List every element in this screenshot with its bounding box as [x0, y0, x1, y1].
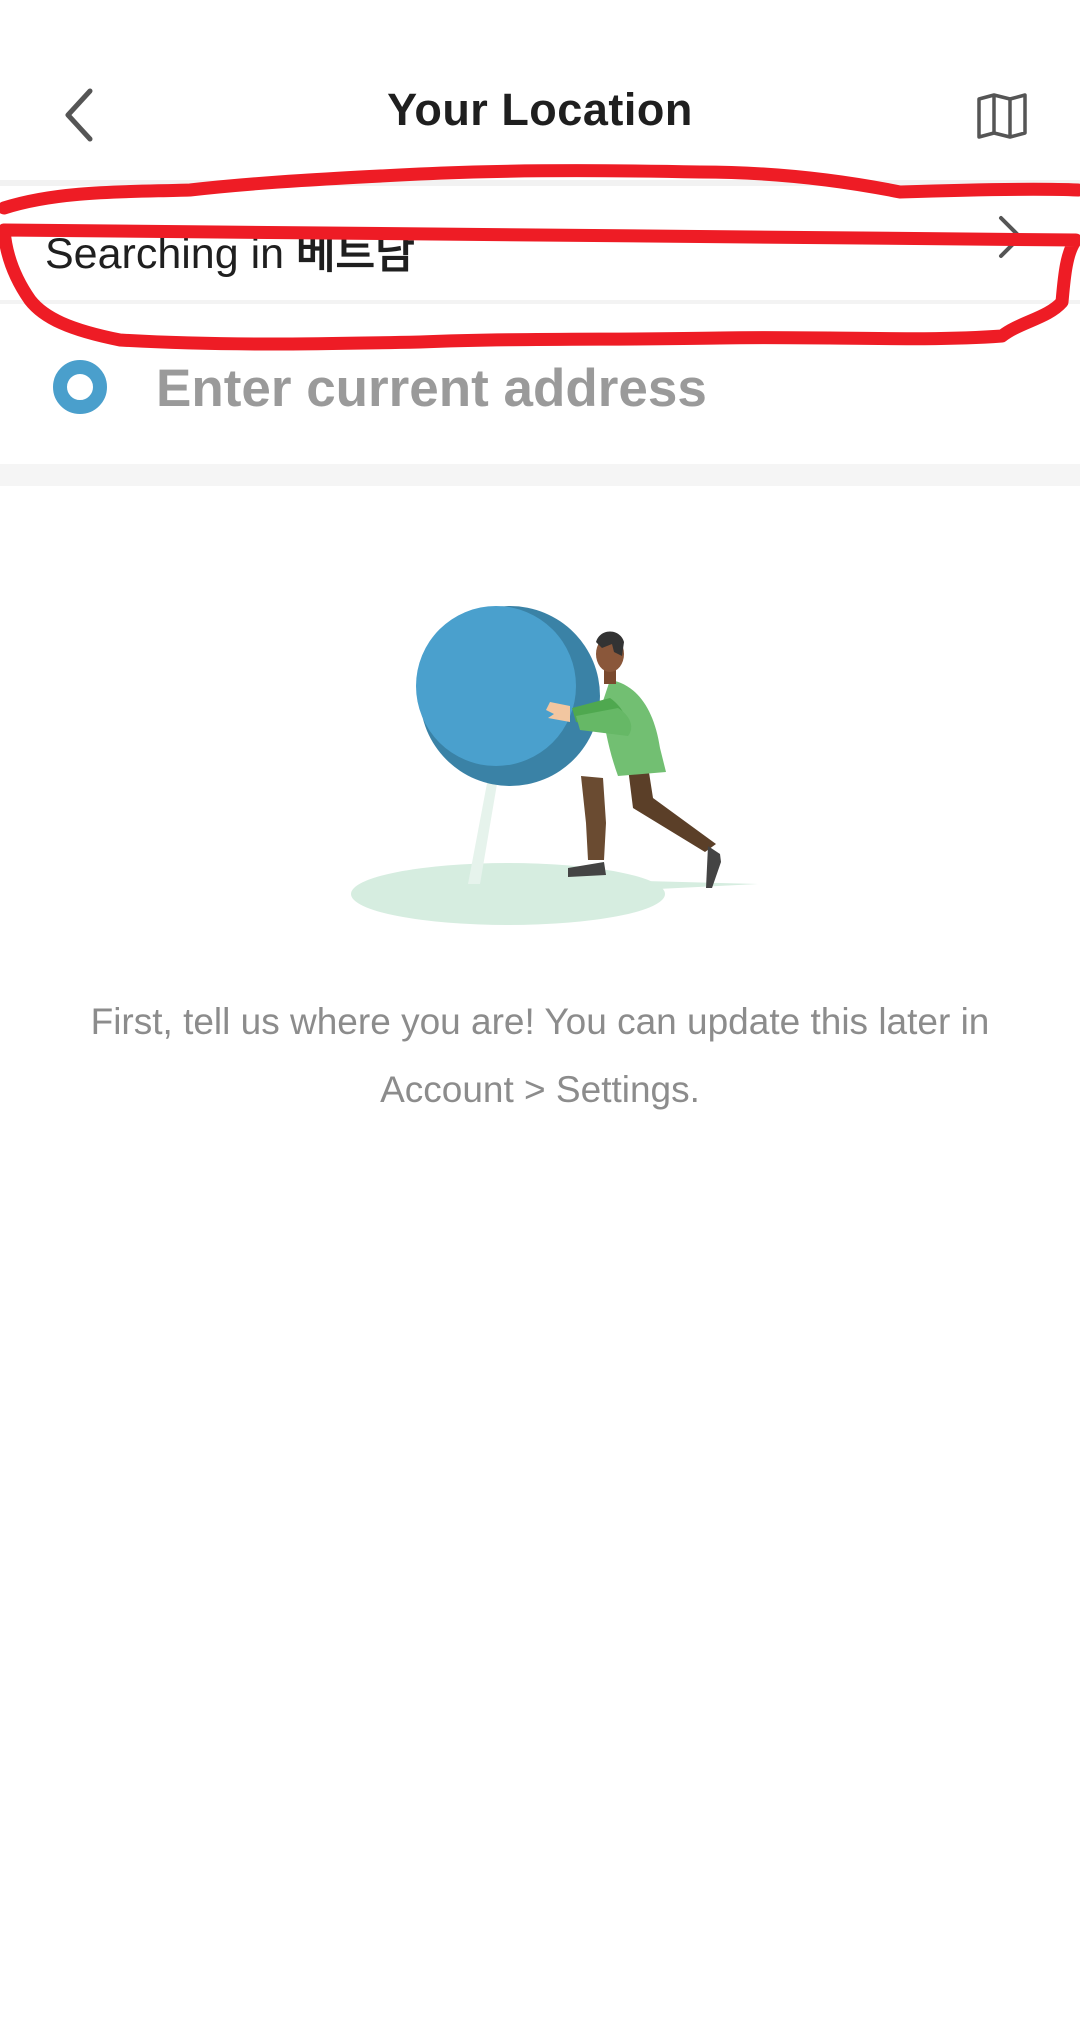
location-dot-icon	[53, 360, 107, 414]
map-view-button[interactable]	[968, 82, 1036, 150]
chevron-right-icon	[999, 216, 1022, 258]
address-input[interactable]	[156, 352, 1036, 424]
selected-country: 베트남	[296, 230, 415, 278]
location-hint-line-2: Account > Settings.	[380, 1069, 700, 1110]
page-title: Your Location	[387, 84, 693, 135]
person-pushing-pin-illustration	[351, 606, 758, 925]
country-selector[interactable]: Searching in 베트남	[0, 186, 1080, 300]
country-selector-label: Searching in 베트남	[45, 219, 415, 281]
location-hint-line-1: First, tell us where you are! You can up…	[90, 1001, 990, 1042]
location-hint: First, tell us where you are! You can up…	[60, 988, 1020, 1124]
map-icon	[977, 93, 1027, 139]
top-app-bar: Your Location	[0, 0, 1080, 182]
country-selector-prefix: Searching in	[45, 230, 285, 278]
section-separator	[0, 464, 1080, 486]
country-selector-chevron	[990, 212, 1030, 262]
